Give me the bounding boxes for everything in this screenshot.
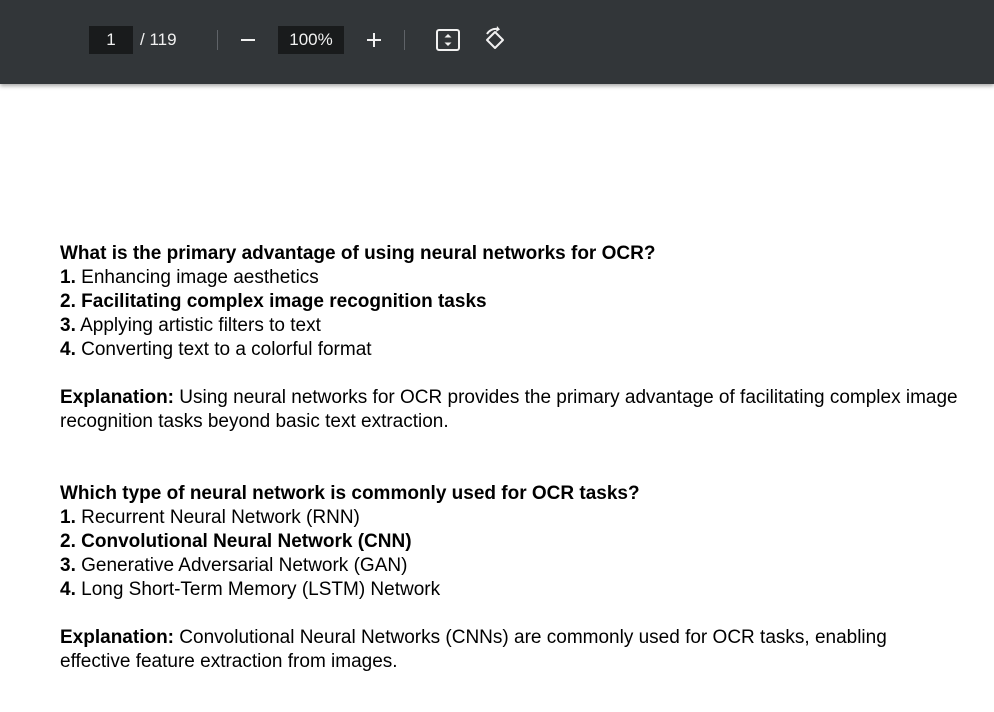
option-item-correct: 2. Convolutional Neural Network (CNN) bbox=[60, 531, 412, 552]
pdf-toolbar: 1 / 119 100% bbox=[0, 0, 994, 84]
option-item: 3. Applying artistic filters to text bbox=[60, 315, 321, 336]
rotate-icon bbox=[486, 26, 504, 49]
option-item: 3. Generative Adversarial Network (GAN) bbox=[60, 555, 408, 576]
zoom-level-input[interactable]: 100% bbox=[278, 26, 344, 54]
explanation-text: Explanation: Convolutional Neural Networ… bbox=[60, 627, 887, 672]
fit-page-button[interactable] bbox=[432, 24, 464, 56]
zoom-out-icon bbox=[241, 39, 255, 41]
option-item: 4. Converting text to a colorful format bbox=[60, 339, 372, 360]
zoom-out-button[interactable] bbox=[232, 24, 264, 56]
option-item: 4. Long Short-Term Memory (LSTM) Network bbox=[60, 579, 441, 600]
zoom-in-button[interactable] bbox=[358, 24, 390, 56]
pdf-page-content: What is the primary advantage of using n… bbox=[60, 242, 960, 674]
page-number-input[interactable]: 1 bbox=[89, 26, 133, 54]
option-item: 1. Enhancing image aesthetics bbox=[60, 267, 319, 288]
explanation-text: Explanation: Using neural networks for O… bbox=[60, 387, 958, 432]
question-text: Which type of neural network is commonly… bbox=[60, 483, 640, 504]
option-item: 1. Recurrent Neural Network (RNN) bbox=[60, 507, 360, 528]
rotate-button[interactable] bbox=[479, 24, 511, 56]
toolbar-divider bbox=[404, 30, 405, 50]
zoom-in-icon bbox=[367, 33, 381, 47]
option-item-correct: 2. Facilitating complex image recognitio… bbox=[60, 291, 487, 312]
page-total-label: / 119 bbox=[140, 30, 177, 49]
toolbar-divider bbox=[217, 30, 218, 50]
question-text: What is the primary advantage of using n… bbox=[60, 243, 656, 264]
fit-page-icon bbox=[436, 29, 460, 51]
